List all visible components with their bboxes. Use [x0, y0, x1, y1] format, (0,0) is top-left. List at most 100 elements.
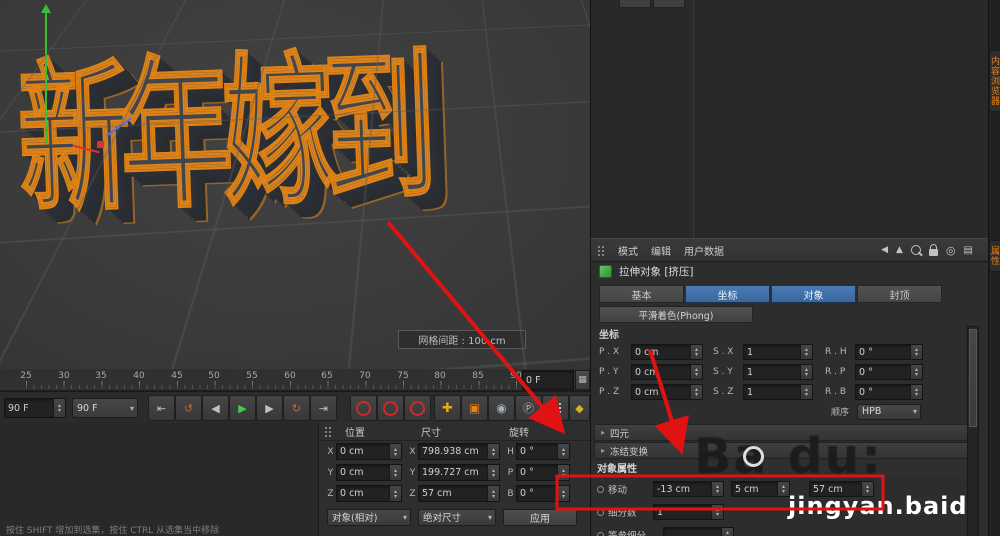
keyframe-selection-button[interactable]	[404, 395, 431, 421]
iso-subdivision-stepper[interactable]	[721, 528, 733, 536]
rh-stepper[interactable]	[910, 345, 922, 359]
move-y-field[interactable]: 5 cm	[731, 481, 790, 497]
rb-stepper[interactable]	[910, 385, 922, 399]
record-rotation-toggle[interactable]: ◉	[488, 395, 515, 421]
keyframe-dot-icon[interactable]	[597, 486, 604, 493]
rp-stepper[interactable]	[910, 365, 922, 379]
sy-stepper[interactable]	[800, 365, 812, 379]
range-end-field[interactable]: 90 F	[4, 398, 66, 418]
size-x-stepper[interactable]	[487, 444, 499, 459]
panel-tab[interactable]	[619, 0, 651, 8]
subdivision-field[interactable]: 1	[653, 504, 724, 520]
rot-h-stepper[interactable]	[557, 444, 569, 459]
sx-stepper[interactable]	[800, 345, 812, 359]
rot-p-stepper[interactable]	[557, 465, 569, 480]
rot-p-field[interactable]: 0 °	[516, 464, 570, 481]
panel-tab[interactable]	[653, 0, 685, 8]
history-back-icon[interactable]: ◀	[881, 245, 888, 255]
current-frame-field[interactable]: 0 F	[522, 370, 574, 390]
pos-z-stepper[interactable]	[389, 486, 401, 501]
viewport-3d[interactable]: 新年嫁到 网格间距 : 100 cm	[0, 0, 590, 370]
play-button[interactable]: ▶	[229, 395, 256, 421]
pos-y-field[interactable]: 0 cm	[336, 464, 402, 481]
py-stepper[interactable]	[690, 365, 702, 379]
pos-z-field[interactable]: 0 cm	[336, 485, 402, 502]
rot-b-stepper[interactable]	[557, 486, 569, 501]
side-tab-content-browser[interactable]: 内容浏览器	[989, 50, 1000, 112]
up-icon[interactable]: ▲	[896, 245, 903, 255]
timeline-ruler[interactable]: 25 30 35 40 45 50 55 60 65 70 75 80 85 9…	[0, 369, 590, 391]
autokey-button[interactable]	[377, 395, 404, 421]
loop-forward-button[interactable]: ↻	[283, 395, 310, 421]
timeline-layout-button[interactable]: ▦	[575, 370, 590, 390]
range-dropdown[interactable]: 90 F	[72, 398, 138, 418]
pos-x-stepper[interactable]	[389, 444, 401, 459]
extruded-text-object[interactable]: 新年嫁到	[14, 0, 430, 245]
selected-object-row[interactable]: 拉伸对象 [挤压]	[599, 264, 694, 279]
px-field[interactable]: 0 cm	[631, 344, 703, 360]
side-tab-attributes[interactable]: 属性	[989, 240, 1000, 272]
goto-start-button[interactable]: ⇤	[148, 395, 175, 421]
subdivision-stepper[interactable]	[711, 505, 723, 519]
menu-edit[interactable]: 编辑	[651, 243, 671, 258]
record-parameter-toggle[interactable]: Ⓟ	[515, 395, 542, 421]
py-field[interactable]: 0 cm	[631, 364, 703, 380]
rotation-order-select[interactable]: HPB	[857, 404, 921, 420]
attribute-scrollbar[interactable]	[967, 326, 979, 536]
drag-handle-icon[interactable]	[324, 426, 332, 437]
drag-handle-icon[interactable]	[597, 245, 605, 256]
size-x-field[interactable]: 798.938 cm	[418, 443, 500, 460]
record-position-toggle[interactable]: ✚	[434, 395, 461, 421]
pos-x-label: X	[325, 447, 336, 457]
keyframe-dot-icon[interactable]	[597, 532, 604, 536]
rb-field[interactable]: 0 °	[855, 384, 923, 400]
scrollbar-thumb[interactable]	[969, 329, 977, 427]
menu-icon[interactable]: ▤	[964, 245, 973, 256]
size-y-stepper[interactable]	[487, 465, 499, 480]
range-end-stepper[interactable]	[53, 399, 65, 417]
size-y-field[interactable]: 199.727 cm	[418, 464, 500, 481]
rp-field[interactable]: 0 °	[855, 364, 923, 380]
keying-extra-button[interactable]: ◆	[569, 395, 590, 421]
size-z-stepper[interactable]	[487, 486, 499, 501]
pz-field[interactable]: 0 cm	[631, 384, 703, 400]
play-backward-loop-button[interactable]: ↺	[175, 395, 202, 421]
previous-frame-button[interactable]: ◀	[202, 395, 229, 421]
size-z-field[interactable]: 57 cm	[418, 485, 500, 502]
tab-object[interactable]: 对象	[771, 285, 856, 303]
menu-mode[interactable]: 模式	[618, 243, 638, 258]
sx-field[interactable]: 1	[743, 344, 813, 360]
target-icon[interactable]: ◎	[946, 244, 956, 257]
apply-button[interactable]: 应用	[503, 509, 577, 526]
rot-b-field[interactable]: 0 °	[516, 485, 570, 502]
lock-icon[interactable]	[929, 249, 938, 256]
rot-h-field[interactable]: 0 °	[516, 443, 570, 460]
record-keyframe-button[interactable]	[350, 395, 377, 421]
phong-tag-button[interactable]: 平滑着色(Phong)	[599, 306, 753, 323]
iso-subdivision-field[interactable]	[663, 527, 734, 536]
sz-field[interactable]: 1	[743, 384, 813, 400]
move-x-stepper[interactable]	[711, 482, 723, 496]
sy-field[interactable]: 1	[743, 364, 813, 380]
move-x-field[interactable]: -13 cm	[653, 481, 724, 497]
next-frame-button[interactable]: ▶	[256, 395, 283, 421]
search-icon[interactable]	[911, 245, 921, 255]
keyframe-dot-icon[interactable]	[597, 509, 604, 516]
record-scale-toggle[interactable]: ▣	[461, 395, 488, 421]
pos-x-field[interactable]: 0 cm	[336, 443, 402, 460]
px-stepper[interactable]	[690, 345, 702, 359]
object-origin-handle[interactable]	[97, 141, 104, 148]
coordinate-mode-select[interactable]: 对象(相对)	[327, 509, 411, 526]
axis-y-handle[interactable]	[45, 12, 47, 144]
tab-caps[interactable]: 封顶	[857, 285, 942, 303]
record-pla-toggle[interactable]	[542, 395, 569, 421]
tab-coordinates[interactable]: 坐标	[685, 285, 770, 303]
tab-basic[interactable]: 基本	[599, 285, 684, 303]
pos-y-stepper[interactable]	[389, 465, 401, 480]
menu-user-data[interactable]: 用户数据	[684, 243, 724, 258]
pz-stepper[interactable]	[690, 385, 702, 399]
size-mode-select[interactable]: 绝对尺寸	[418, 509, 496, 526]
rh-field[interactable]: 0 °	[855, 344, 923, 360]
goto-end-button[interactable]: ⇥	[310, 395, 337, 421]
sz-stepper[interactable]	[800, 385, 812, 399]
